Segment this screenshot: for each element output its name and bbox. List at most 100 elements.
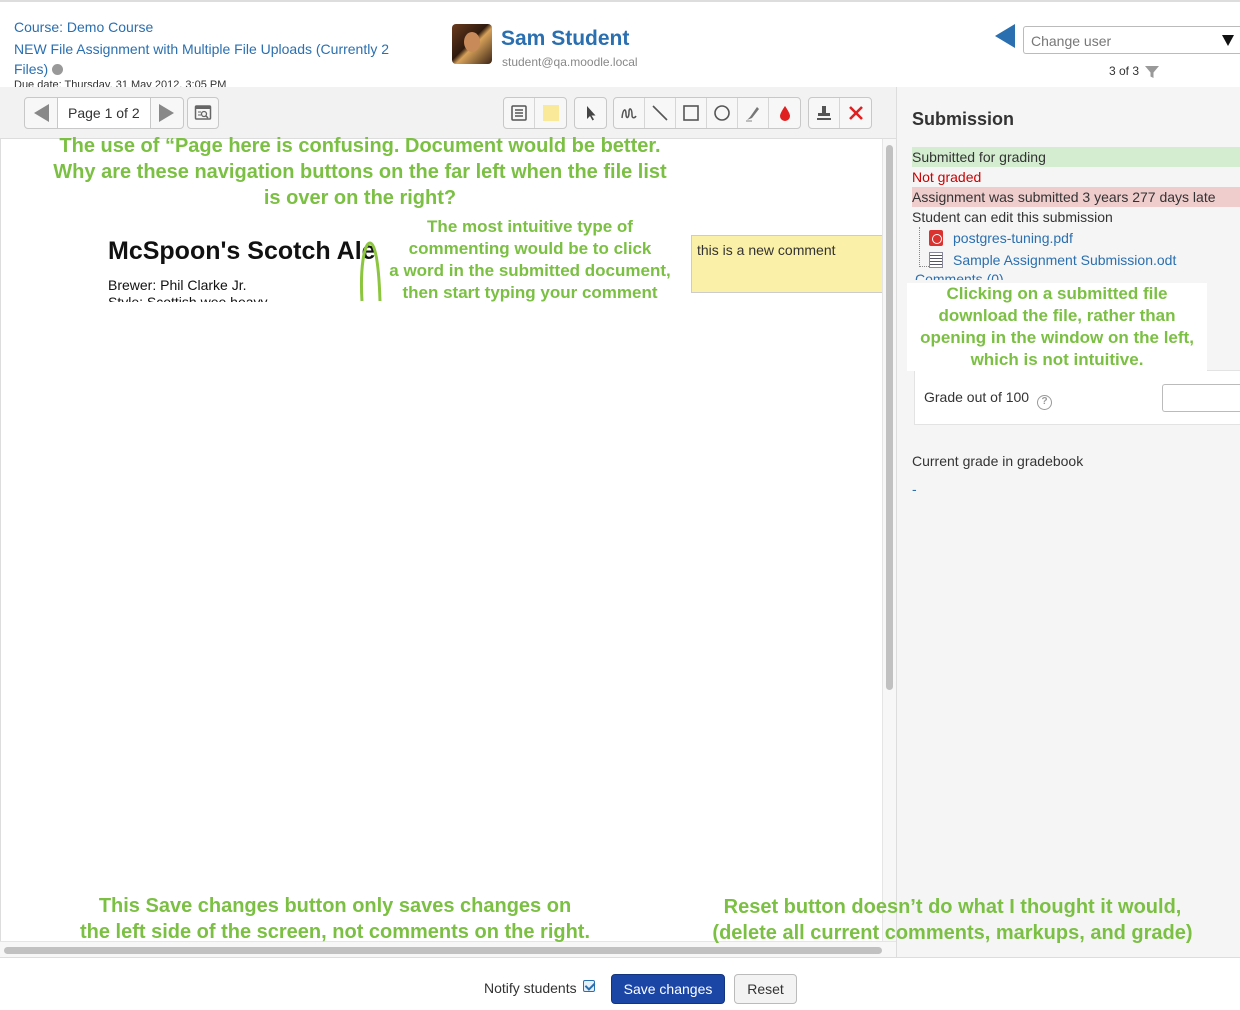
annotation-reset-button: Reset button doesn’t do what I thought i… — [680, 894, 1225, 946]
annotation-line: This Save changes button only saves chan… — [98, 895, 572, 917]
search-comments-button[interactable] — [187, 97, 219, 129]
grading-header: Course: Demo Course NEW File Assignment … — [0, 0, 1240, 89]
select-tools — [574, 97, 607, 129]
grade-label-text: Grade out of 100 — [924, 389, 1030, 405]
file-name[interactable]: postgres-tuning.pdf — [953, 230, 1073, 246]
arrow-right-icon — [159, 104, 175, 122]
user-count: 3 of 3 — [1109, 64, 1140, 78]
gradebook-value-link[interactable]: - — [912, 481, 917, 497]
comment-tools — [503, 97, 567, 129]
select-pointer-icon — [586, 106, 595, 121]
annotation-save-button: This Save changes button only saves chan… — [25, 893, 645, 945]
annotation-line: download the file, rather than — [938, 306, 1176, 325]
annotation-file-click: Clicking on a submitted file download th… — [907, 283, 1207, 371]
annotation-line: The most intuitive type of — [427, 217, 633, 236]
file-tree-line — [919, 227, 929, 267]
horizontal-scroll-thumb[interactable] — [4, 947, 882, 954]
course-link[interactable]: Course: Demo Course — [14, 19, 153, 35]
annotation-line: Why are these navigation buttons on the … — [53, 161, 667, 183]
line-icon — [652, 105, 668, 121]
grade-label: Grade out of 100? — [924, 389, 1053, 410]
oval-icon — [714, 105, 730, 121]
file-name[interactable]: Sample Assignment Submission.odt — [953, 252, 1176, 268]
comment-list-button[interactable] — [504, 98, 535, 128]
previous-user-arrow-icon[interactable] — [995, 24, 1015, 48]
vertical-scrollbar[interactable] — [882, 139, 896, 941]
filter-icon[interactable] — [1144, 64, 1160, 80]
stamp-tools — [808, 97, 872, 129]
annotation-line: commenting would be to click — [408, 239, 652, 258]
submission-status: Submitted for grading — [912, 147, 1240, 167]
annotation-line: The use of “Page here is confusing. Docu… — [59, 135, 661, 157]
line-tool-button[interactable] — [645, 98, 676, 128]
delete-annotations-button[interactable] — [840, 98, 871, 128]
page-select[interactable]: Page 1 of 2 — [57, 98, 151, 128]
comments-toggle[interactable]: Comments (0) — [915, 272, 1004, 280]
highlight-tool-button[interactable] — [738, 98, 769, 128]
annotation-line: Clicking on a submitted file — [946, 284, 1168, 303]
annotation-page-navigation: The use of “Page here is confusing. Docu… — [10, 133, 710, 211]
note-color-icon — [542, 105, 559, 121]
search-comments-icon — [194, 105, 212, 120]
annotation-line: (delete all current comments, markups, a… — [712, 922, 1193, 944]
oval-tool-button[interactable] — [707, 98, 738, 128]
late-status: Assignment was submitted 3 years 277 day… — [912, 187, 1240, 207]
change-user-placeholder: Change user — [1031, 33, 1112, 49]
drawing-tools — [613, 97, 801, 129]
grading-status: Not graded — [912, 169, 982, 185]
annotation-line: Reset button doesn’t do what I thought i… — [723, 896, 1182, 918]
user-email: student@qa.moodle.local — [502, 55, 638, 69]
help-icon[interactable]: ? — [1037, 395, 1053, 410]
comment-color-button[interactable] — [535, 98, 566, 128]
annotation-line: which is not intuitive. — [970, 350, 1144, 369]
submitted-file-pdf[interactable]: postgres-tuning.pdf — [929, 228, 1073, 248]
previous-page-button[interactable] — [25, 98, 57, 128]
next-page-button[interactable] — [151, 98, 183, 128]
assignment-link[interactable]: NEW File Assignment with Multiple File U… — [14, 39, 409, 79]
submission-heading: Submission — [912, 109, 1015, 129]
edit-status: Student can edit this submission — [912, 209, 1113, 225]
avatar[interactable] — [452, 24, 492, 64]
dropdown-arrow-icon[interactable] — [1222, 35, 1234, 46]
grade-section: Grade out of 100? — [914, 370, 1240, 425]
action-bar: Notify students Save changes Reset — [0, 957, 1240, 1010]
rectangle-tool-button[interactable] — [676, 98, 707, 128]
document-file-icon — [929, 252, 943, 268]
assignment-link-text[interactable]: NEW File Assignment with Multiple File U… — [14, 41, 389, 77]
annotation-line: is over on the right? — [263, 187, 457, 209]
pdf-file-icon — [929, 230, 943, 246]
annotation-commenting: The most intuitive type of commenting wo… — [375, 216, 685, 304]
select-tool-button[interactable] — [575, 98, 606, 128]
rectangle-icon — [683, 105, 699, 121]
delete-icon — [848, 106, 863, 120]
vertical-scroll-thumb[interactable] — [886, 145, 893, 690]
gradebook-label: Current grade in gradebook — [912, 453, 1084, 469]
comment-note[interactable]: this is a new comment — [691, 235, 882, 293]
color-drop-icon — [779, 106, 790, 121]
color-picker-button[interactable] — [769, 98, 800, 128]
stamp-tool-button[interactable] — [809, 98, 840, 128]
grading-page: Course: Demo Course NEW File Assignment … — [0, 0, 1240, 1010]
annotation-toolbar: Page 1 of 2 — [0, 87, 896, 139]
grade-input[interactable] — [1162, 384, 1240, 412]
gear-icon[interactable] — [52, 64, 64, 75]
pen-tool-button[interactable] — [614, 98, 645, 128]
annotation-line: a word in the submitted document, — [389, 261, 671, 280]
annotation-line: then start typing your comment — [402, 283, 658, 302]
annotation-line: opening in the window on the left, — [920, 328, 1194, 347]
pen-icon — [621, 108, 637, 119]
document-brewer-line: Brewer: Phil Clarke Jr. — [108, 277, 247, 293]
notify-students-label: Notify students — [484, 980, 577, 996]
submitted-file-odt[interactable]: Sample Assignment Submission.odt — [929, 250, 1176, 270]
reset-button[interactable]: Reset — [734, 974, 797, 1004]
document-style-line: Style: Scottish wee heavy — [108, 295, 268, 302]
comment-list-icon — [511, 105, 527, 121]
annotation-line: the left side of the screen, not comment… — [79, 921, 591, 943]
user-name-link[interactable]: Sam Student — [501, 27, 629, 51]
highlight-icon — [746, 107, 759, 122]
notify-students-checkbox[interactable] — [583, 980, 595, 992]
arrow-left-icon — [33, 104, 49, 122]
change-user-select[interactable]: Change user — [1023, 26, 1240, 54]
save-changes-button[interactable]: Save changes — [611, 974, 725, 1004]
stamp-icon — [817, 106, 831, 120]
